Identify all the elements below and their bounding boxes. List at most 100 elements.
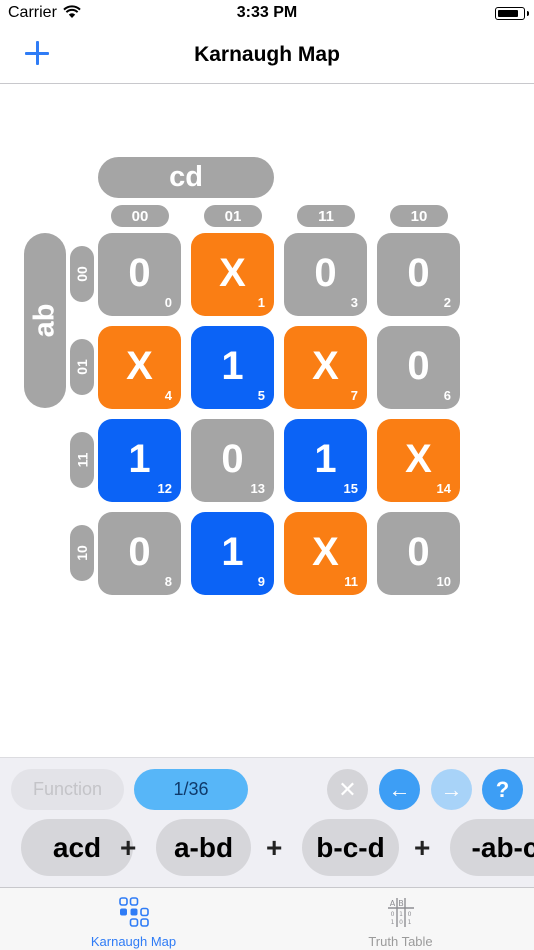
cell-value: X [126, 344, 153, 388]
cell-value: 1 [221, 344, 244, 388]
kmap-cell[interactable]: 1 15 [284, 419, 367, 502]
column-label-11: 11 [297, 205, 355, 227]
tab-label: Truth Table [368, 934, 433, 949]
column-label-01: 01 [204, 205, 262, 227]
svg-text:1: 1 [391, 919, 395, 926]
expression-term[interactable]: -ab-c [450, 819, 534, 876]
cell-index: 6 [443, 388, 451, 403]
cell-value: 0 [314, 251, 337, 295]
row-label-text: 00 [73, 266, 90, 282]
tab-karnaugh-map[interactable]: Karnaugh Map [0, 888, 267, 950]
kmap-cell[interactable]: X 11 [284, 512, 367, 595]
plus-operator: + [120, 832, 137, 863]
plus-operator: + [414, 832, 431, 863]
row-label-text: 10 [73, 545, 90, 561]
next-button[interactable]: → [431, 769, 472, 810]
row-label-text: 01 [73, 359, 90, 375]
status-bar: Carrier 3:33 PM [0, 0, 534, 28]
cell-value: 0 [407, 251, 430, 295]
kmap-cell[interactable]: 02 [377, 233, 460, 316]
cell-index: 15 [343, 481, 358, 496]
expression-term[interactable]: acd [21, 819, 133, 876]
cell-index: 8 [164, 574, 172, 589]
cell-index: 3 [350, 295, 358, 310]
cell-value: 1 [314, 437, 337, 481]
cell-value: 0 [407, 344, 430, 388]
help-icon: ? [495, 776, 510, 802]
arrow-right-icon: → [440, 776, 463, 802]
page-title: Karnaugh Map [194, 43, 340, 66]
expression-term[interactable]: a-bd [156, 819, 251, 876]
kmap-cell[interactable]: 0 10 [377, 512, 460, 595]
kmap-cell[interactable]: X4 [98, 326, 181, 409]
battery-icon [495, 7, 529, 20]
svg-text:0: 0 [391, 911, 395, 918]
kmap-cell[interactable]: X7 [284, 326, 367, 409]
cell-index: 13 [250, 481, 265, 496]
kmap-cell[interactable]: 08 [98, 512, 181, 595]
expression-term[interactable]: b-c-d [302, 819, 399, 876]
tab-bar: Karnaugh Map A B 0 1 0 1 0 1 Truth Table [0, 887, 534, 950]
row-variable-text: ab [28, 303, 61, 338]
kmap-cell[interactable]: 03 [284, 233, 367, 316]
cell-value: 0 [128, 251, 151, 295]
cell-index: 4 [164, 388, 172, 403]
svg-text:0: 0 [399, 919, 403, 926]
plus-operator: + [266, 832, 283, 863]
control-panel: Function 1/36 ✕ ← → ? acd + a-bd + b-c-d… [0, 757, 534, 887]
column-variable-label: cd [98, 157, 274, 198]
cell-value: X [312, 344, 339, 388]
navigation-bar: Karnaugh Map [0, 28, 534, 84]
row-label-11: 11 [70, 432, 94, 488]
kmap-cell[interactable]: 19 [191, 512, 274, 595]
cell-index: 10 [436, 574, 451, 589]
kmap-cell[interactable]: 06 [377, 326, 460, 409]
cell-value: 0 [407, 530, 430, 574]
cell-index: 5 [257, 388, 265, 403]
arrow-left-icon: ← [388, 776, 411, 802]
cell-index: 7 [350, 388, 358, 403]
kmap-cell[interactable]: 0 13 [191, 419, 274, 502]
cell-index: 0 [164, 295, 172, 310]
kmap-cell[interactable]: 00 [98, 233, 181, 316]
column-label-10: 10 [390, 205, 448, 227]
svg-text:A: A [390, 899, 396, 908]
row-label-text: 11 [74, 452, 90, 468]
kmap-cell[interactable]: 1 12 [98, 419, 181, 502]
cell-index: 11 [344, 574, 358, 589]
truth-table-icon: A B 0 1 0 1 0 1 [388, 898, 414, 927]
row-variable-label: ab [24, 233, 66, 408]
cell-value: 0 [128, 530, 151, 574]
cell-value: 0 [221, 437, 244, 481]
cell-value: X [405, 437, 432, 481]
svg-text:B: B [398, 899, 404, 908]
svg-text:1: 1 [408, 919, 412, 926]
previous-button[interactable]: ← [379, 769, 420, 810]
clear-button[interactable]: ✕ [327, 769, 368, 810]
kmap-cell[interactable]: 15 [191, 326, 274, 409]
cell-value: X [312, 530, 339, 574]
tab-label: Karnaugh Map [90, 934, 177, 949]
cell-index: 14 [436, 481, 451, 496]
kmap-cell[interactable]: X 14 [377, 419, 460, 502]
column-label-00: 00 [111, 205, 169, 227]
cell-value: X [219, 251, 246, 295]
kmap-cell[interactable]: X1 [191, 233, 274, 316]
row-label-10: 10 [70, 525, 94, 581]
cell-value: 1 [128, 437, 151, 481]
help-button[interactable]: ? [482, 769, 523, 810]
solution-counter-button[interactable]: 1/36 [134, 769, 248, 810]
close-icon: ✕ [338, 776, 357, 802]
row-label-00: 00 [70, 246, 94, 302]
clock: 3:33 PM [236, 4, 298, 21]
row-label-01: 01 [70, 339, 94, 395]
cell-index: 12 [157, 481, 172, 496]
cell-index: 1 [257, 295, 265, 310]
cell-index: 9 [257, 574, 265, 589]
cell-value: 1 [221, 530, 244, 574]
function-button[interactable]: Function [11, 769, 124, 810]
svg-text:0: 0 [408, 911, 412, 918]
cell-index: 2 [443, 295, 451, 310]
tab-truth-table[interactable]: A B 0 1 0 1 0 1 Truth Table [267, 888, 534, 950]
grid-dots-icon [119, 897, 149, 927]
